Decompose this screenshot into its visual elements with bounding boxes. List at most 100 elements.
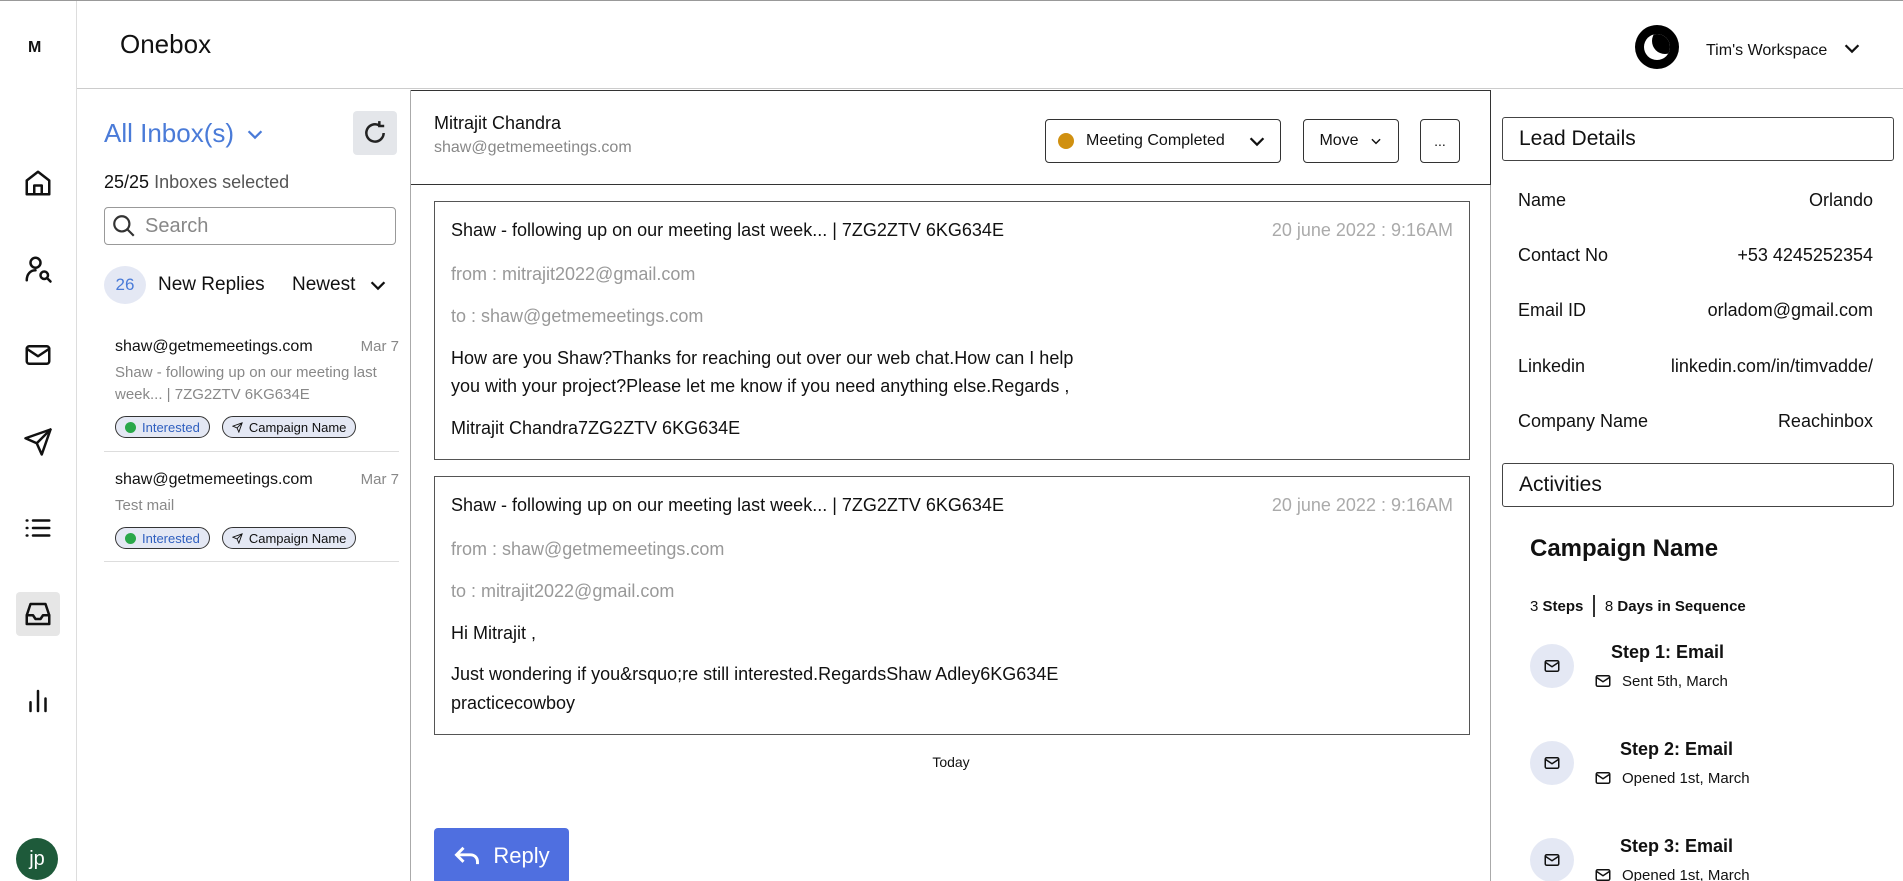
chevron-down-icon (1370, 138, 1381, 145)
days-count: 8 (1604, 597, 1614, 615)
lead-field-contact: Contact No +53 4245252354 (1518, 245, 1873, 266)
app-window: M jp Onebox Tim's Workspace All Inbox(s)… (0, 0, 1903, 881)
step-status-label: Opened 1st, March (1622, 769, 1750, 787)
email-signature: Mitrajit Chandra7ZG2ZTV 6KG634E (451, 418, 741, 438)
campaign-tag[interactable]: Campaign Name (221, 416, 357, 438)
field-value[interactable]: linkedin.com/in/timvadde/ (1671, 356, 1873, 377)
refresh-icon (365, 121, 385, 143)
thread-tags: Interested Campaign Name (115, 527, 357, 549)
interested-tag[interactable]: Interested (115, 416, 210, 438)
step-status: Opened 1st, March (1594, 769, 1750, 787)
new-replies-label: New Replies (158, 274, 265, 295)
mail-icon (1544, 660, 1560, 672)
avatar[interactable]: jp (16, 838, 58, 880)
theme-toggle[interactable] (1635, 25, 1679, 69)
email-body-line: Just wondering if you&rsquo;re still int… (451, 664, 1059, 684)
field-label: Company Name (1518, 411, 1649, 431)
nav-user-search[interactable] (16, 247, 60, 291)
lead-name: Mitrajit Chandra (434, 113, 562, 133)
email-from: from : shaw@getmemeetings.com (451, 539, 725, 559)
activity-step: Step 3: Email Opened 1st, March (1530, 836, 1890, 881)
send-icon (231, 532, 243, 544)
mail-icon (1544, 854, 1560, 866)
email-body-line: you with your project?Please let me know… (451, 376, 1070, 396)
thread-item[interactable]: shaw@getmemeetings.com Mar 7 Shaw - foll… (104, 338, 399, 452)
step-title: Step 2: Email (1620, 739, 1734, 759)
field-value: Reachinbox (1777, 411, 1873, 431)
steps-count: 3 (1530, 597, 1539, 615)
step-title: Step 1: Email (1611, 642, 1725, 662)
sort-label: Newest (292, 274, 356, 295)
thread-item[interactable]: shaw@getmemeetings.com Mar 7 Test mail I… (104, 471, 399, 562)
days-label: Days in Sequence (1617, 597, 1746, 615)
move-dropdown[interactable]: Move (1303, 119, 1399, 163)
status-dot-icon (1058, 133, 1074, 149)
inbox-selected-count: 25/25 Inboxes selected (104, 172, 289, 193)
sort-dropdown[interactable]: Newest (292, 274, 389, 296)
status-dropdown[interactable]: Meeting Completed (1045, 119, 1281, 163)
campaign-meta: 3 Steps 8 Days in Sequence (1530, 595, 1746, 617)
interested-tag[interactable]: Interested (115, 527, 210, 549)
field-value: +53 4245252354 (1737, 245, 1873, 265)
thread-tags: Interested Campaign Name (115, 416, 357, 438)
inbox-count-value: 25/25 (104, 172, 150, 192)
mail-icon (1595, 675, 1611, 687)
list-icon (25, 519, 51, 537)
step-status: Opened 1st, March (1594, 866, 1750, 881)
search-input[interactable] (145, 214, 375, 238)
steps-label: Steps (1542, 597, 1584, 615)
email-message: Shaw - following up on our meeting last … (434, 476, 1470, 735)
step-status: Sent 5th, March (1594, 672, 1728, 690)
inbox-icon (25, 602, 51, 626)
step-icon-circle (1530, 644, 1574, 688)
search-box[interactable] (104, 207, 396, 245)
field-label: Name (1518, 190, 1567, 210)
conversation-panel: Mitrajit Chandra shaw@getmemeetings.com … (411, 90, 1491, 881)
activity-step: Step 1: Email Sent 5th, March (1530, 642, 1890, 714)
left-rail: M jp (0, 1, 77, 881)
workspace-selector[interactable]: Tim's Workspace (1706, 37, 1863, 64)
lead-field-email: Email ID orladom@gmail.com (1518, 300, 1873, 321)
reply-icon (454, 846, 480, 865)
lead-field-name: Name Orlando (1518, 190, 1873, 211)
refresh-button[interactable] (353, 111, 397, 155)
campaign-tag-label: Campaign Name (248, 530, 347, 546)
more-options-button[interactable]: ... (1420, 119, 1460, 163)
inbox-count-label: Inboxes selected (154, 172, 290, 192)
nav-list[interactable] (16, 506, 60, 550)
mail-icon (1544, 757, 1560, 769)
thread-from: shaw@getmemeetings.com (115, 338, 313, 355)
interested-tag-label: Interested (142, 530, 200, 546)
email-body-line: Hi Mitrajit , (451, 623, 536, 643)
email-from: from : mitrajit2022@gmail.com (451, 264, 696, 284)
email-body-line: practicecowboy (451, 693, 576, 713)
nav-home[interactable] (16, 161, 60, 205)
move-label: Move (1319, 132, 1359, 149)
thread-from: shaw@getmemeetings.com (115, 471, 313, 488)
user-search-icon (25, 256, 52, 283)
email-body-line: How are you Shaw?Thanks for reaching out… (451, 348, 1074, 368)
nav-inbox[interactable] (16, 592, 60, 636)
field-value: Orlando (1808, 190, 1873, 210)
inbox-selector-label: All Inbox(s) (104, 118, 235, 148)
date-divider: Today (932, 754, 970, 770)
nav-analytics[interactable] (16, 679, 60, 723)
chevron-down-icon (1249, 137, 1265, 147)
email-to: to : mitrajit2022@gmail.com (451, 581, 675, 601)
activities-header: Activities (1502, 463, 1894, 507)
inbox-panel: All Inbox(s) 25/25 Inboxes selected 26 N… (78, 90, 411, 881)
workspace-name: Tim's Workspace (1706, 41, 1828, 59)
step-status-label: Opened 1st, March (1622, 866, 1750, 881)
email-message: Shaw - following up on our meeting last … (434, 201, 1470, 460)
conversation-header: Mitrajit Chandra shaw@getmemeetings.com … (411, 90, 1491, 185)
campaign-tag[interactable]: Campaign Name (221, 527, 357, 549)
nav-mail[interactable] (16, 333, 60, 377)
field-value: orladom@gmail.com (1707, 300, 1873, 320)
bar-chart-icon (29, 689, 47, 713)
reply-button[interactable]: Reply (434, 828, 569, 881)
lead-panel: Lead Details Name Orlando Contact No +53… (1492, 90, 1903, 881)
nav-send[interactable] (16, 420, 60, 464)
inbox-selector[interactable]: All Inbox(s) (104, 118, 266, 149)
top-header: Onebox Tim's Workspace (77, 1, 1903, 89)
send-icon (24, 428, 52, 456)
